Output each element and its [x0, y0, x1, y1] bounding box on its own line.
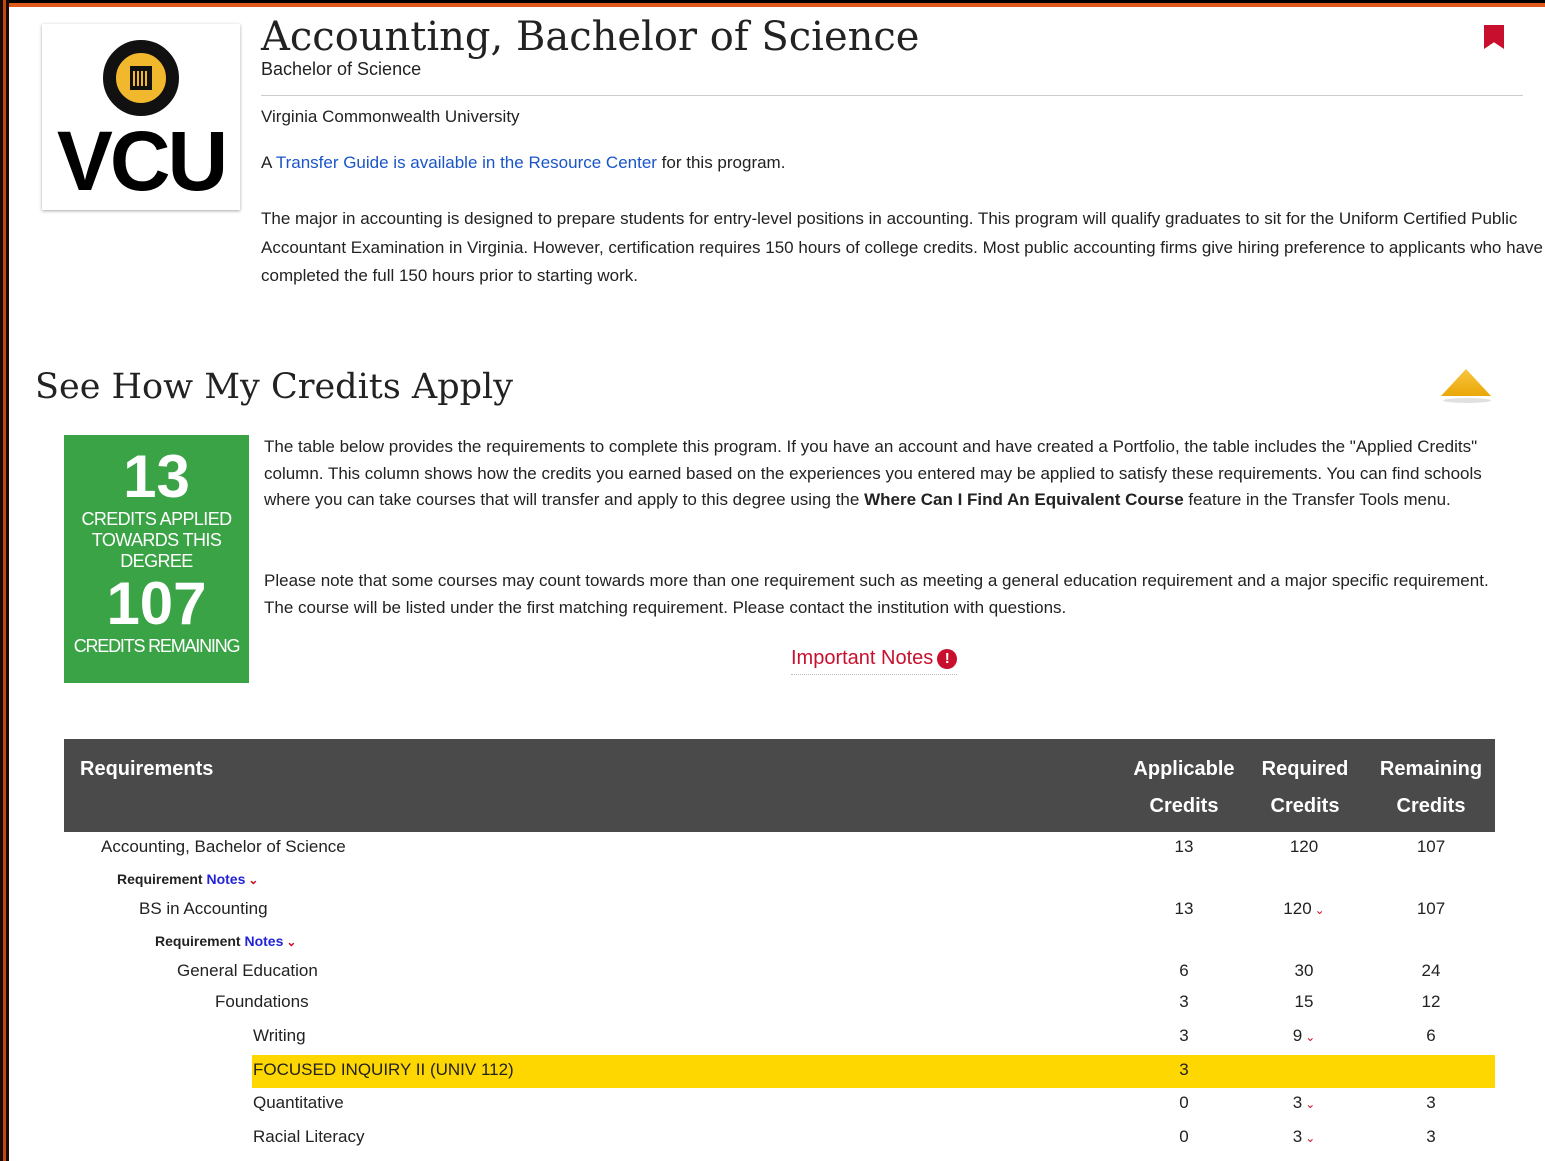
required-credits[interactable]: 120 ⌄: [1254, 899, 1354, 919]
credits-applied-label: CREDITS APPLIED TOWARDS THIS DEGREE: [81, 509, 232, 571]
table-row: Racial Literacy 0 3 ⌄ 3: [64, 1122, 1495, 1156]
credits-applied-count: 13: [123, 443, 190, 510]
table-row: Writing 3 9 ⌄ 6: [64, 1021, 1495, 1055]
credits-remaining-count: 107: [106, 570, 207, 637]
required-credits[interactable]: 3 ⌄: [1254, 1127, 1354, 1147]
degree-subtitle: Bachelor of Science: [261, 59, 422, 79]
required-credits: 120: [1289, 837, 1319, 856]
remaining-credits: 12: [1421, 992, 1441, 1011]
requirement-notes-toggle[interactable]: Requirement Notes ⌄: [64, 925, 1495, 956]
course-row-highlighted[interactable]: FOCUSED INQUIRY II (UNIV 112) 3: [252, 1055, 1495, 1088]
institution-name: Virginia Commonwealth University: [261, 107, 520, 126]
remaining-credits: 6: [1426, 1026, 1436, 1045]
applicable-credits: 0: [1179, 1127, 1189, 1146]
guide-prefix: A: [261, 153, 276, 172]
course-label: FOCUSED INQUIRY II (UNIV 112): [253, 1060, 514, 1079]
requirement-notes-label[interactable]: Requirement Notes ⌄: [155, 933, 296, 949]
vcu-seal-icon: [103, 40, 179, 116]
requirement-label: Writing: [253, 1026, 306, 1045]
requirement-note: Please note that some courses may count …: [264, 571, 1489, 617]
chevron-down-icon: ⌄: [286, 935, 297, 949]
equivalent-course-feature: Where Can I Find An Equivalent Course: [864, 490, 1184, 509]
chevron-down-icon: ⌄: [1314, 903, 1325, 917]
table-row: Quantitative 0 3 ⌄ 3: [64, 1088, 1495, 1122]
requirement-label: Accounting, Bachelor of Science: [101, 837, 346, 856]
required-credits[interactable]: 3 ⌄: [1254, 1093, 1354, 1113]
table-explanation: The table below provides the requirement…: [264, 434, 1509, 514]
divider: [261, 95, 1523, 96]
required-credits[interactable]: 9 ⌄: [1254, 1026, 1354, 1046]
header-required-credits: Required Credits: [1261, 758, 1349, 817]
remaining-credits: 107: [1416, 837, 1446, 856]
remaining-credits: 24: [1421, 961, 1441, 980]
chevron-down-icon: ⌄: [1305, 1131, 1316, 1145]
important-notes-label: Important Notes: [791, 647, 934, 669]
required-credits: 30: [1294, 961, 1314, 980]
remaining-credits: 107: [1416, 899, 1446, 918]
credits-summary: 13 CREDITS APPLIED TOWARDS THIS DEGREE 1…: [64, 435, 249, 683]
window-edge: [0, 0, 9, 1161]
remaining-credits: 3: [1426, 1127, 1436, 1146]
table-row: BS in Accounting 13 120 ⌄ 107: [64, 894, 1495, 925]
chevron-down-icon: ⌄: [1305, 1030, 1316, 1044]
applicable-credits: 13: [1174, 837, 1194, 856]
header-requirements: Requirements: [80, 758, 214, 780]
important-notes-link[interactable]: Important Notes!: [791, 647, 958, 675]
requirement-notes-label[interactable]: Requirement Notes ⌄: [117, 871, 258, 887]
bookmark-icon[interactable]: [1484, 25, 1504, 49]
table-row: General Education 6 30 24: [64, 956, 1495, 987]
requirement-label: Racial Literacy: [253, 1127, 365, 1146]
header-remaining-credits: Remaining Credits: [1379, 758, 1483, 817]
credits-remaining-label: CREDITS REMAINING: [73, 636, 241, 656]
requirement-notes-toggle[interactable]: Requirement Notes ⌄: [64, 863, 1495, 894]
collapse-up-icon[interactable]: [1441, 369, 1491, 396]
applicable-credits: 0: [1179, 1093, 1189, 1112]
requirement-label: Quantitative: [253, 1093, 344, 1112]
applicable-credits: 3: [1179, 1026, 1189, 1045]
applicable-credits: 3: [1179, 992, 1189, 1011]
table-row: Foundations 3 15 12: [64, 987, 1495, 1021]
chevron-down-icon: ⌄: [1305, 1097, 1316, 1111]
explanation-text-end: feature in the Transfer Tools menu.: [1183, 490, 1451, 509]
collapse-shadow: [1443, 398, 1491, 403]
program-page: VCU Accounting, Bachelor of Science Bach…: [9, 3, 1545, 1161]
applicable-credits: 3: [1179, 1060, 1189, 1079]
table-header: Requirements Applicable Credits Required C…: [64, 739, 1495, 832]
requirement-label: General Education: [177, 961, 318, 980]
requirement-label: BS in Accounting: [139, 899, 268, 918]
chevron-down-icon: ⌄: [248, 873, 259, 887]
program-description: The major in accounting is designed to p…: [261, 209, 1543, 285]
institution-logo: VCU: [42, 24, 240, 210]
transfer-guide-link[interactable]: Transfer Guide is available in the Resou…: [276, 153, 657, 172]
applicable-credits: 6: [1179, 961, 1189, 980]
applicable-credits: 13: [1174, 899, 1194, 918]
required-credits: 15: [1294, 992, 1314, 1011]
header-applicable-credits: Applicable Credits: [1133, 758, 1235, 817]
guide-suffix: for this program.: [656, 153, 786, 172]
transfer-guide-note: A Transfer Guide is available in the Res…: [261, 153, 785, 173]
page-title: Accounting, Bachelor of Science: [261, 14, 920, 60]
requirement-label: Foundations: [215, 992, 309, 1011]
section-title: See How My Credits Apply: [35, 367, 513, 407]
logo-text: VCU: [56, 114, 228, 208]
alert-icon: !: [937, 649, 958, 669]
table-row: Accounting, Bachelor of Science 13 120 1…: [64, 832, 1495, 863]
requirements-table: Requirements Applicable Credits Required C…: [64, 739, 1495, 1156]
remaining-credits: 3: [1426, 1093, 1436, 1112]
